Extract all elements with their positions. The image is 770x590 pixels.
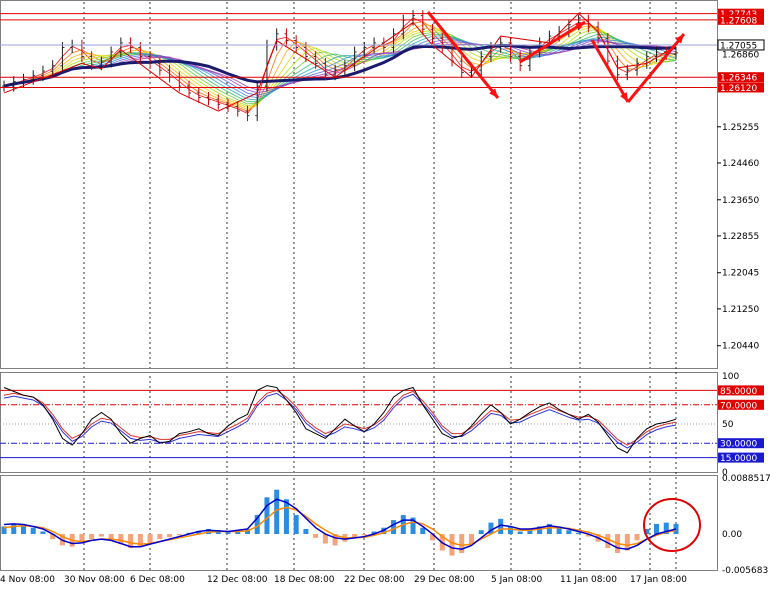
macd-histogram-bar: [157, 534, 163, 540]
macd-histogram-bar: [108, 534, 114, 540]
macd-histogram-bar: [40, 531, 46, 535]
x-tick-label: 12 Dec 08:00: [207, 575, 268, 585]
y-tick-label: 1.20440: [722, 342, 759, 352]
trading-chart: 1.25255 1.24460 1.23650 1.22855 1.22045 1.212…: [0, 0, 770, 585]
x-tick-label: 11 Jan 08:00: [560, 575, 617, 585]
x-tick-label: 17 Jan 08:00: [630, 575, 687, 585]
macd-histogram-bar: [566, 530, 572, 535]
time-axis: 4 Nov 08:00 30 Nov 08:00 6 Dec 08:00 12 Dec…: [0, 575, 687, 585]
macd-histogram-bar: [98, 534, 104, 537]
y-tick-label: 1.21250: [722, 305, 759, 315]
macd-histogram-bar: [313, 534, 319, 538]
level-price-label: 1.26346: [720, 74, 757, 84]
macd-axis-label: 0.0088517: [722, 474, 770, 484]
stoch-level-label: 85.0000: [720, 387, 757, 397]
x-tick-label: 6 Dec 08:00: [130, 575, 185, 585]
highlight-circle: [643, 498, 701, 552]
macd-histogram-bar: [176, 534, 182, 536]
macd-histogram-bar: [654, 523, 660, 535]
macd-axis-label: 0.00: [722, 530, 742, 540]
x-tick-label: 29 Dec 08:00: [414, 575, 475, 585]
main-price-pane: [0, 10, 717, 122]
y-tick-label: 1.22855: [722, 232, 759, 242]
macd-pane: [1, 489, 701, 556]
stoch-level-label: 70.0000: [720, 401, 757, 411]
stoch-level-label: 15.0000: [720, 454, 757, 464]
macd-histogram-bar: [167, 534, 173, 538]
stoch-axis-label: 50: [722, 420, 734, 430]
macd-histogram-bar: [605, 534, 611, 548]
macd-histogram-bar: [634, 534, 640, 541]
price-axis: 1.25255 1.24460 1.23650 1.22855 1.22045 1.212…: [717, 8, 770, 576]
macd-histogram-bar: [147, 534, 153, 543]
stoch-signal-blue: [3, 392, 677, 449]
macd-histogram-bar: [576, 532, 582, 535]
macd-histogram-bar: [459, 534, 465, 554]
y-tick-label: 1.22045: [722, 269, 759, 279]
y-tick-label: 1.24460: [722, 159, 759, 169]
macd-histogram-bar: [391, 520, 397, 535]
y-tick-label: 1.23650: [722, 196, 759, 206]
macd-line: [3, 498, 677, 550]
macd-histogram-bar: [264, 497, 270, 535]
level-price-label: 1.26120: [720, 84, 757, 94]
macd-histogram-bar: [361, 534, 367, 536]
x-tick-label: 18 Dec 08:00: [274, 575, 335, 585]
macd-histogram-bar: [449, 534, 455, 556]
mid-price-label: 1.26860: [722, 50, 759, 60]
y-tick-label: 1.25255: [722, 123, 759, 133]
macd-histogram-bar: [303, 528, 309, 535]
macd-histogram-bar: [517, 531, 523, 535]
x-tick-label: 5 Jan 08:00: [491, 575, 543, 585]
x-tick-label: 22 Dec 08:00: [344, 575, 405, 585]
x-tick-label: 4 Nov 08:00: [0, 575, 55, 585]
macd-histogram-bar: [293, 515, 299, 535]
macd-histogram-bar: [89, 534, 95, 540]
macd-histogram-bar: [30, 527, 36, 535]
stoch-level-label: 30.0000: [720, 440, 757, 450]
macd-histogram-bar: [20, 525, 26, 535]
stoch-axis-label: 100: [722, 372, 739, 382]
x-tick-label: 30 Nov 08:00: [64, 575, 125, 585]
level-price-label: 1.27608: [720, 16, 757, 26]
macd-panel-frame: [0, 475, 718, 571]
macd-histogram-bar: [478, 530, 484, 535]
stochastic-pane: [0, 385, 717, 459]
macd-axis-label: -0.005683: [722, 566, 768, 576]
macd-histogram-bar: [225, 532, 231, 535]
macd-histogram-bar: [283, 499, 289, 535]
